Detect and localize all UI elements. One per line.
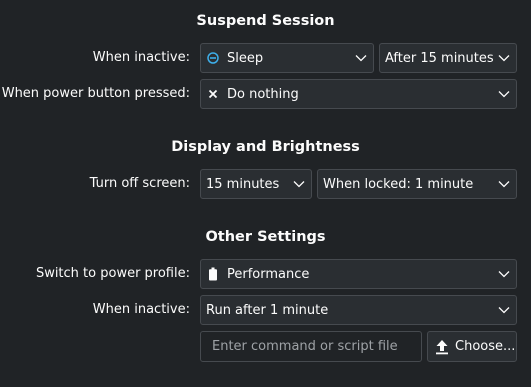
- power-button-action-select[interactable]: Do nothing: [200, 79, 517, 109]
- display-brightness-heading: Display and Brightness: [171, 139, 360, 155]
- choose-file-label: Choose...: [455, 339, 516, 354]
- sleep-delay-select[interactable]: After 15 minutes: [379, 43, 517, 73]
- screen-off-locked-value: When locked: 1 minute: [323, 176, 474, 192]
- sleep-icon: [206, 51, 220, 65]
- when-inactive-label: When inactive:: [92, 50, 190, 65]
- suspend-session-heading: Suspend Session: [196, 13, 335, 29]
- other-when-inactive-label: When inactive:: [92, 302, 190, 317]
- power-button-label: When power button pressed:: [1, 86, 190, 101]
- inactive-run-value: Run after 1 minute: [206, 302, 329, 318]
- chevron-down-icon: [498, 55, 510, 62]
- chevron-down-icon: [498, 307, 510, 314]
- close-icon: [206, 87, 220, 101]
- power-profile-label: Switch to power profile:: [35, 266, 190, 281]
- command-input-placeholder: Enter command or script file: [212, 339, 398, 354]
- screen-off-locked-select[interactable]: When locked: 1 minute: [317, 169, 517, 199]
- other-settings-heading: Other Settings: [205, 229, 326, 245]
- chevron-down-icon: [498, 181, 510, 188]
- power-button-action-value: Do nothing: [227, 86, 299, 102]
- inactive-run-select[interactable]: Run after 1 minute: [200, 295, 517, 325]
- chevron-down-icon: [498, 91, 510, 98]
- power-profile-select[interactable]: Performance: [200, 259, 517, 289]
- sleep-action-select[interactable]: Sleep: [200, 43, 374, 73]
- chevron-down-icon: [355, 55, 367, 62]
- chevron-down-icon: [498, 271, 510, 278]
- screen-off-delay-value: 15 minutes: [206, 176, 280, 192]
- screen-off-delay-select[interactable]: 15 minutes: [200, 169, 312, 199]
- power-profile-value: Performance: [227, 266, 310, 282]
- sleep-delay-value: After 15 minutes: [385, 50, 494, 66]
- chevron-down-icon: [293, 181, 305, 188]
- turn-off-screen-label: Turn off screen:: [89, 176, 190, 191]
- choose-file-button[interactable]: Choose...: [427, 331, 517, 362]
- sleep-action-value: Sleep: [227, 50, 264, 66]
- upload-icon: [435, 339, 449, 355]
- command-input[interactable]: Enter command or script file: [200, 331, 422, 362]
- battery-icon: [206, 267, 220, 281]
